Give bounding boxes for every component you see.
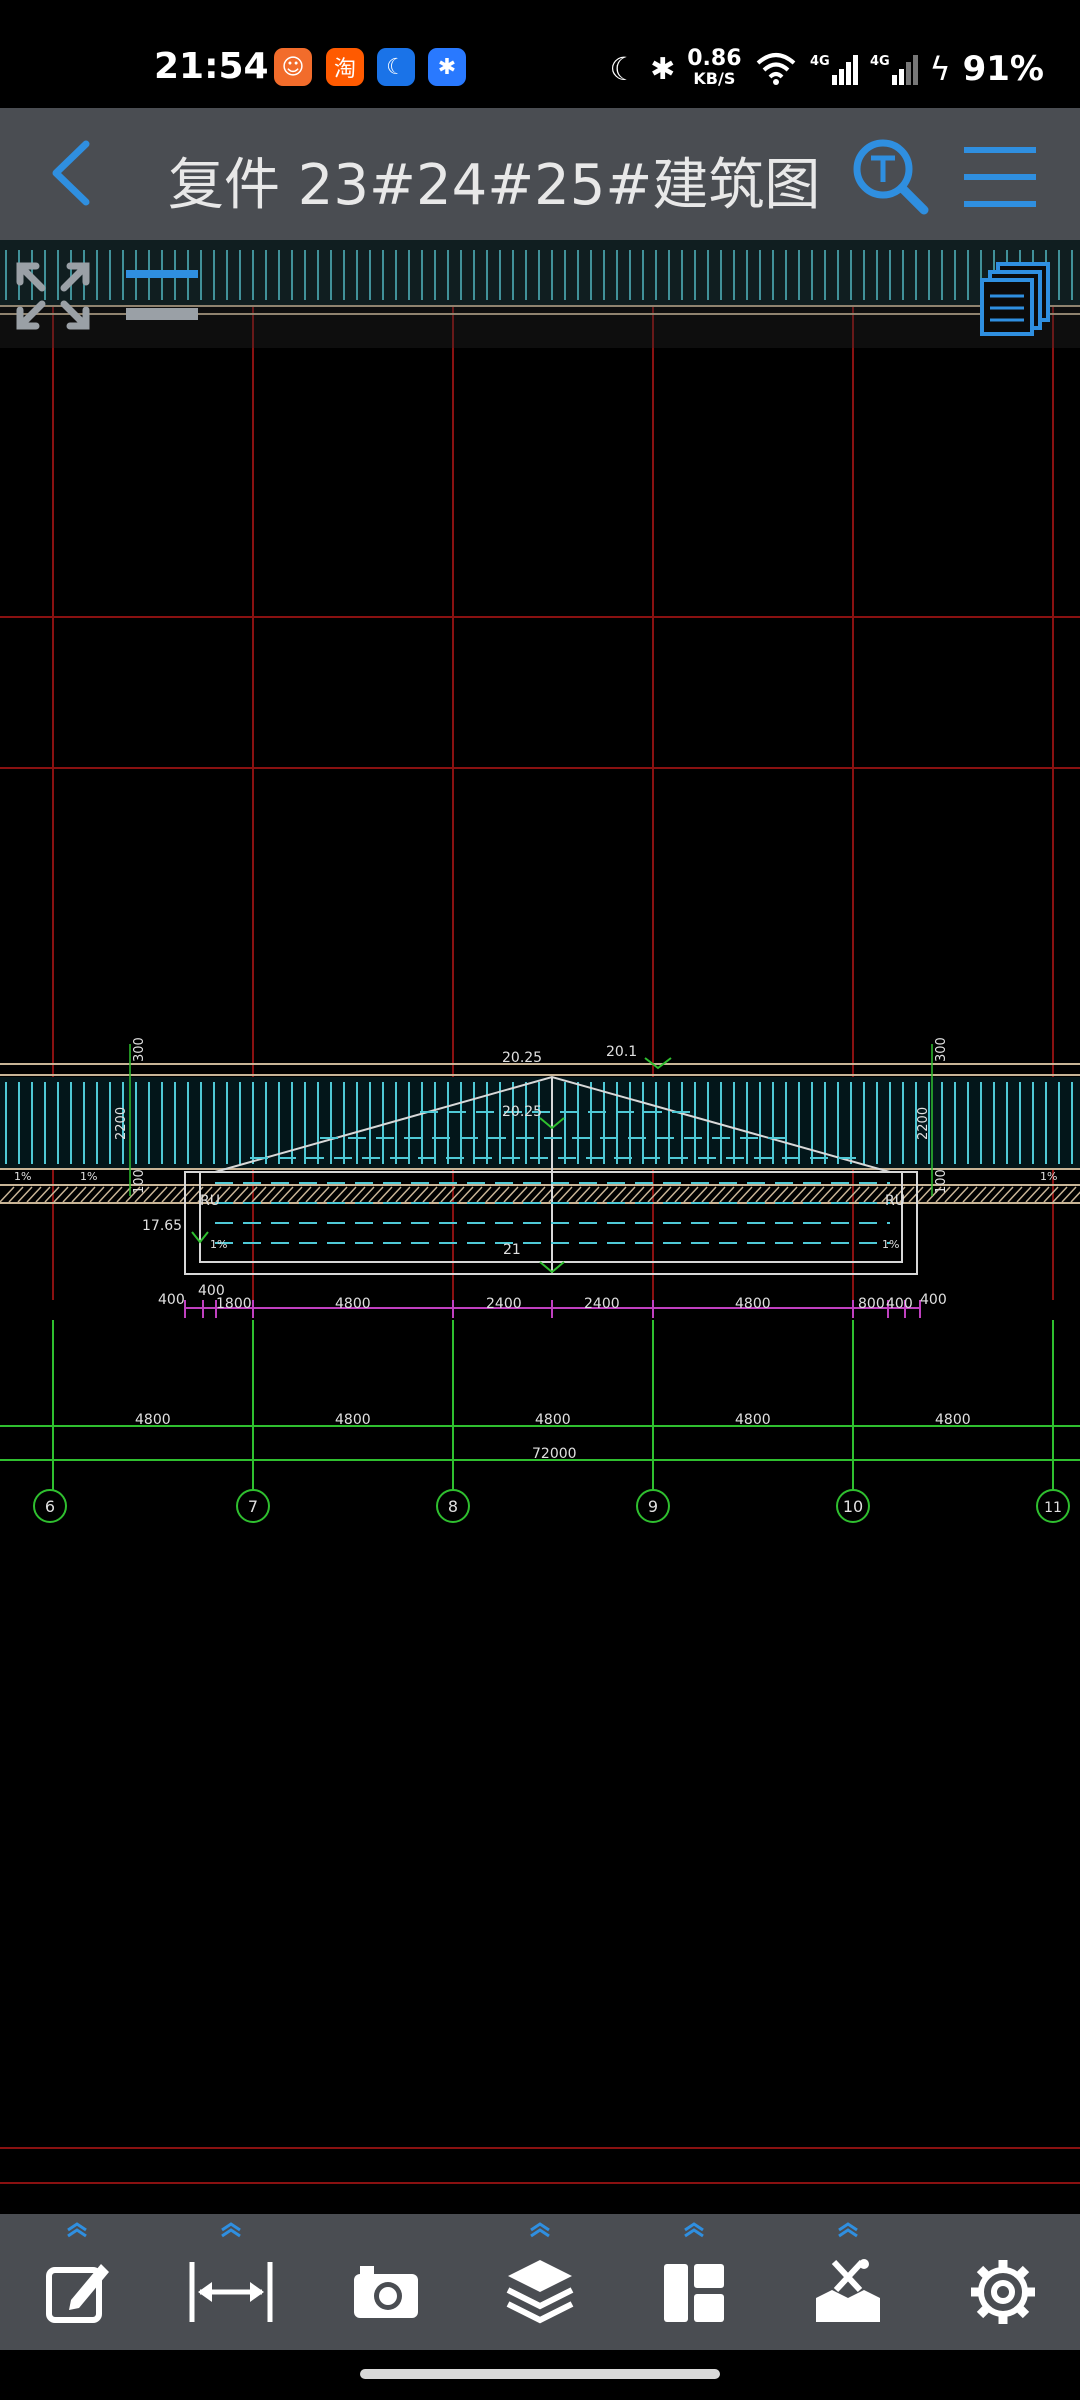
settings-icon — [970, 2260, 1035, 2324]
detail-dim: 4800 — [735, 1296, 771, 1312]
bottom-toolbar — [0, 2214, 1080, 2350]
expand-up-icon[interactable] — [219, 2222, 243, 2238]
elevation-label: 20.25 — [502, 1104, 542, 1120]
detail-dim: 400 — [886, 1296, 913, 1312]
detail-dim: 400 — [158, 1292, 185, 1308]
layout-tool-button[interactable] — [617, 2214, 771, 2350]
tools-tool-button[interactable] — [771, 2214, 925, 2350]
title-bar: 复件 23#24#25#建筑图 — [0, 108, 1080, 240]
camera-tool-button[interactable] — [309, 2214, 463, 2350]
camera-icon — [353, 2266, 418, 2318]
settings-tool-button[interactable] — [926, 2214, 1080, 2350]
measure-tool-button[interactable] — [154, 2214, 308, 2350]
fit-screen-icon[interactable] — [14, 260, 92, 332]
cad-drawing-canvas[interactable]: 20.25 20.1 20.25 17.65 21 RU RU 1% 1% 1%… — [0, 240, 1080, 2214]
dnd-moon-icon: ☾ — [609, 50, 639, 88]
home-gesture-bar[interactable] — [360, 2369, 720, 2379]
axis-label: 6 — [45, 1497, 55, 1516]
axis-bubbles: 6 7 8 9 10 11 — [33, 1489, 1070, 1523]
text-search-icon[interactable] — [850, 136, 930, 216]
axis-label: 8 — [448, 1497, 458, 1516]
overall-dim: 72000 — [532, 1446, 577, 1462]
detail-dimension-row: 400 400 1800 4800 2400 2400 4800 800 400… — [158, 1283, 947, 1318]
layers-tool-button[interactable] — [463, 2214, 617, 2350]
back-arrow-icon[interactable] — [40, 138, 110, 208]
line-weight-icon[interactable] — [122, 264, 202, 324]
slope-mark: 1% — [882, 1238, 899, 1251]
taobao-app-icon: 淘 — [326, 48, 364, 86]
layout-icon — [664, 2264, 725, 2322]
edit-tool-button[interactable] — [0, 2214, 154, 2350]
vertical-dim: 2200 — [916, 1107, 931, 1140]
slope-mark: 1% — [14, 1170, 31, 1183]
bay-dim: 4800 — [935, 1412, 971, 1428]
sleep-app-icon: ☾ — [377, 48, 415, 86]
menu-icon[interactable] — [960, 142, 1040, 212]
axis-label: 7 — [248, 1497, 258, 1516]
battery-level: 91% — [962, 49, 1044, 89]
axis-label: 11 — [1044, 1500, 1062, 1516]
bay-dim: 4800 — [335, 1412, 371, 1428]
vertical-dim: 100 — [934, 1169, 949, 1194]
bay-dim: 4800 — [135, 1412, 171, 1428]
svg-text:4G: 4G — [870, 54, 890, 69]
elevation-label: 17.65 — [142, 1218, 182, 1234]
edit-icon — [46, 2264, 110, 2323]
slope-mark: 1% — [210, 1238, 227, 1251]
axis-label: 10 — [843, 1497, 863, 1516]
vertical-dim: 300 — [934, 1037, 949, 1062]
bay-dim: 4800 — [735, 1412, 771, 1428]
charging-icon: ϟ — [929, 50, 951, 88]
ru-label: RU — [885, 1193, 905, 1209]
detail-dim: 2400 — [584, 1296, 620, 1312]
bluetooth-icon: ✱ — [650, 51, 676, 87]
svg-text:4G: 4G — [810, 54, 830, 69]
status-bar: 21:54 ☺ 淘 ☾ ✱ ☾ ✱ 0.86 KB/S 4G 4G ϟ 91% — [0, 0, 1080, 108]
axis-label: 9 — [648, 1497, 658, 1516]
vertical-dim: 2200 — [114, 1107, 129, 1140]
slope-mark: 1% — [1040, 1170, 1057, 1183]
vertical-dim: 300 — [132, 1037, 147, 1062]
expand-up-icon[interactable] — [682, 2222, 706, 2238]
expand-up-icon[interactable] — [528, 2222, 552, 2238]
slope-mark: 1% — [80, 1170, 97, 1183]
tools-icon — [816, 2259, 881, 2322]
status-time: 21:54 — [154, 46, 269, 87]
document-title: 复件 23#24#25#建筑图 — [168, 153, 821, 218]
bay-dim: 4800 — [535, 1412, 571, 1428]
bilibili-app-icon: ☺ — [274, 48, 312, 86]
canvas-overlay-toolbar — [0, 240, 1080, 348]
expand-up-icon[interactable] — [836, 2222, 860, 2238]
elevation-label: 21 — [503, 1242, 521, 1258]
layouts-pages-icon[interactable] — [980, 260, 1052, 336]
bluetooth-app-icon: ✱ — [428, 48, 466, 86]
layers-icon — [506, 2260, 574, 2324]
vertical-dim: 100 — [132, 1169, 147, 1194]
detail-dim: 4800 — [335, 1296, 371, 1312]
signal-4g-icon: 4G — [810, 54, 858, 85]
detail-dim: 800 — [858, 1296, 885, 1312]
wifi-icon — [756, 53, 795, 85]
expand-up-icon[interactable] — [65, 2222, 89, 2238]
signal-4g-icon-2: 4G — [870, 54, 918, 85]
network-speed: 0.86 KB/S — [687, 46, 742, 89]
bay-dimension-row: 4800 4800 4800 4800 4800 72000 — [0, 1320, 1080, 1490]
ru-label: RU — [200, 1193, 220, 1209]
elevation-label: 20.25 — [502, 1050, 542, 1066]
elevation-label: 20.1 — [606, 1044, 637, 1060]
status-indicators: ☾ ✱ 0.86 KB/S 4G 4G ϟ 91% — [609, 44, 1044, 94]
detail-dim: 400 — [920, 1292, 947, 1308]
detail-dim: 1800 — [216, 1296, 252, 1312]
detail-dim: 2400 — [486, 1296, 522, 1312]
measure-icon — [189, 2262, 273, 2322]
